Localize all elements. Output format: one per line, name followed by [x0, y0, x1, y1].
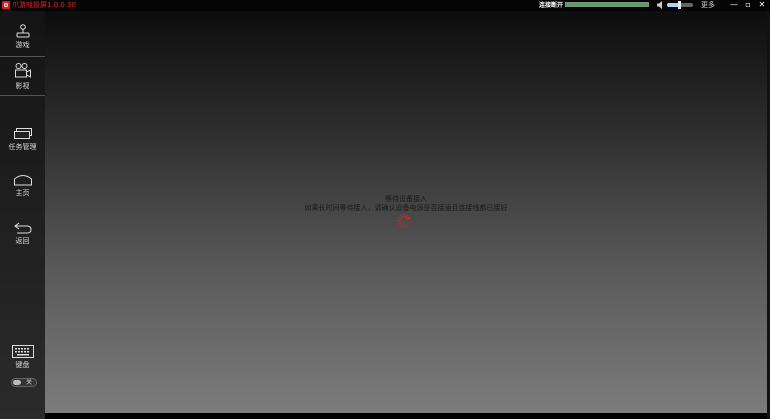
joystick-icon: [16, 24, 29, 38]
sidebar-item-video[interactable]: 影视: [0, 63, 45, 91]
volume-handle[interactable]: [677, 1, 681, 9]
spinner-spoke: [405, 223, 409, 228]
sidebar-item-label: 任务管理: [8, 143, 37, 151]
speaker-icon[interactable]: [657, 1, 666, 9]
spinner-spoke: [397, 216, 402, 220]
spinner-spoke: [399, 214, 403, 219]
sidebar-item-label: 游戏: [15, 41, 30, 49]
keyboard-icon: [11, 345, 34, 358]
sidebar-item-label: 返回: [15, 237, 30, 245]
sidebar: 游戏 影视 任务管理 主页 返回 键盘 关: [0, 11, 45, 419]
back-arrow-icon: [13, 222, 32, 234]
sidebar-item-back[interactable]: 返回: [0, 221, 45, 246]
video-camera-icon: [14, 63, 31, 78]
title-bar: 爪游戏投屏1.0.0.30 连接断开 更多 — ▫ ✕: [0, 0, 770, 11]
restore-button[interactable]: ▫: [743, 0, 753, 10]
toggle-knob: [13, 380, 21, 385]
sidebar-item-keyboard[interactable]: 键盘: [0, 345, 45, 370]
volume-slider[interactable]: [667, 1, 693, 9]
screen-mirror-area[interactable]: 等待设备接入 如果长时间等待接入，请确认设备电源是否接通且连接线都已接好: [45, 11, 767, 413]
more-menu[interactable]: 更多: [701, 0, 715, 11]
app-title: 爪游戏投屏1.0.0.30: [12, 1, 76, 9]
home-icon: [13, 175, 32, 186]
spinner-spoke: [406, 216, 411, 220]
close-button[interactable]: ✕: [757, 0, 767, 10]
sidebar-item-label: 影视: [15, 82, 30, 90]
sidebar-item-home[interactable]: 主页: [0, 174, 45, 198]
sidebar-item-games[interactable]: 游戏: [0, 24, 45, 50]
spinner-spoke: [399, 223, 403, 228]
sidebar-divider: [0, 56, 45, 57]
task-windows-icon: [13, 128, 32, 139]
sidebar-item-label: 主页: [15, 189, 30, 197]
sidebar-item-task-manager[interactable]: 任务管理: [0, 128, 45, 152]
sidebar-divider: [0, 95, 45, 96]
sidebar-item-label: 键盘: [15, 361, 30, 369]
keyboard-toggle[interactable]: 关: [11, 378, 37, 387]
keyboard-toggle-label: 关: [26, 379, 33, 386]
waiting-status-message: 如果长时间等待接入，请确认设备电源是否接通且连接线都已接好: [304, 204, 508, 212]
connection-strength-fill: [566, 3, 648, 6]
spinner-spoke: [406, 222, 411, 226]
connection-status-label: 连接断开: [539, 2, 564, 9]
minimize-button[interactable]: —: [729, 0, 739, 10]
app-logo-icon: [2, 1, 10, 9]
spinner-spoke: [405, 214, 409, 219]
connection-strength-bar: [565, 2, 649, 7]
loading-spinner-icon: [397, 214, 411, 228]
spinner-spoke: [397, 222, 402, 226]
